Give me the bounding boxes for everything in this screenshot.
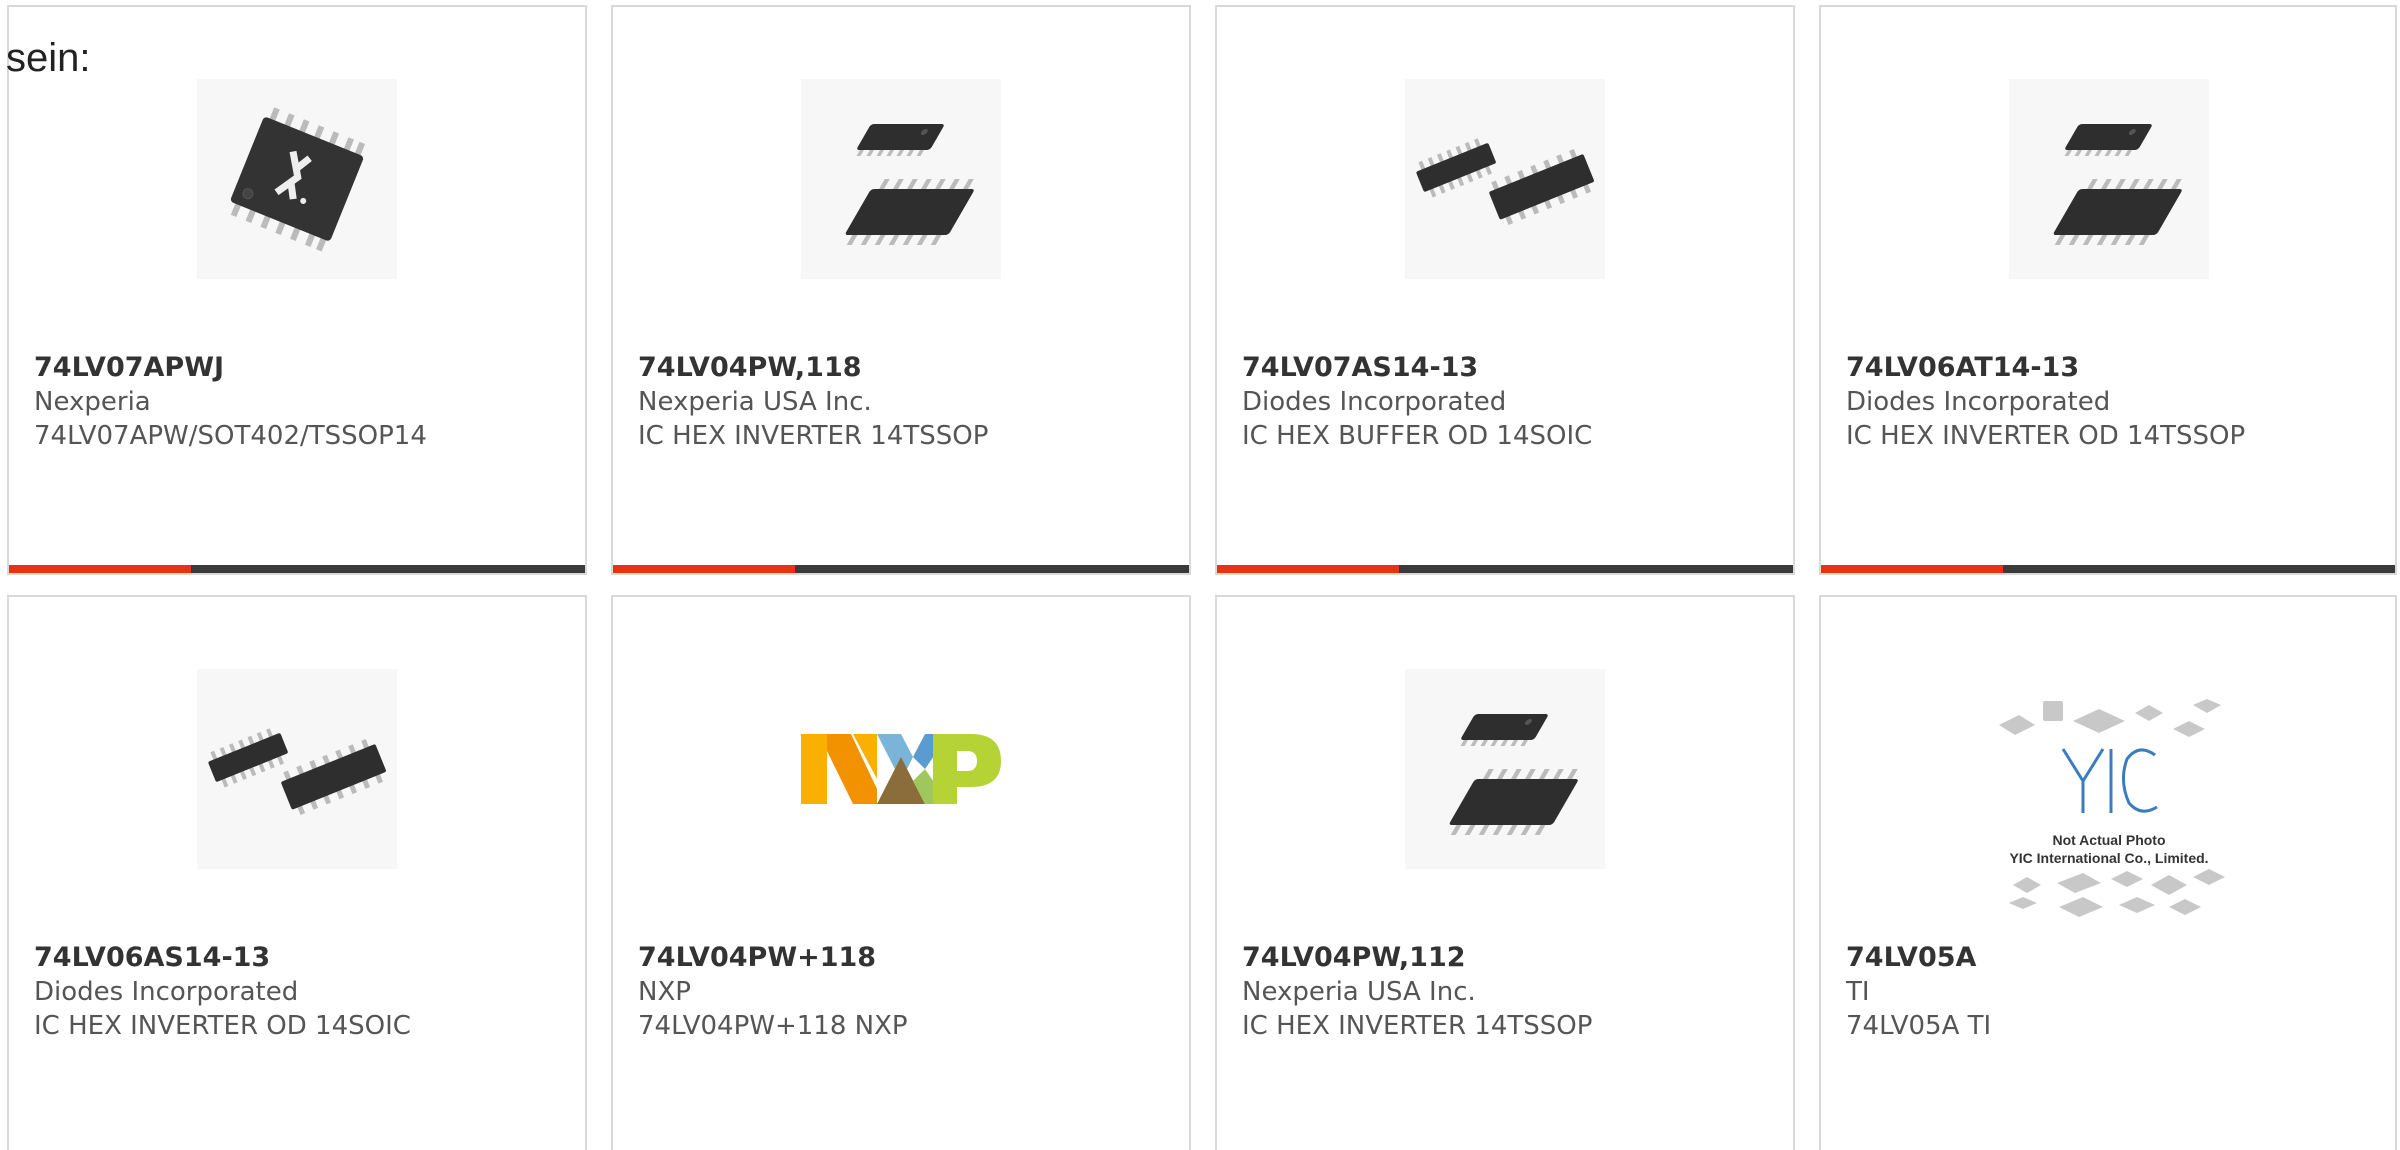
manufacturer: Diodes Incorporated xyxy=(34,977,299,1007)
tssop-chips-icon xyxy=(801,79,1001,279)
manufacturer: NXP xyxy=(638,977,691,1007)
manufacturer: Diodes Incorporated xyxy=(1846,387,2111,417)
manufacturer: Diodes Incorporated xyxy=(1242,387,1507,417)
product-grid: 74LV07APWJ Nexperia 74LV07APW/SOT402/TSS… xyxy=(0,0,2400,1150)
product-card[interactable]: Not Actual Photo YIC International Co., … xyxy=(1819,595,2397,1150)
product-card[interactable]: 74LV04PW+118 NXP 74LV04PW+118 NXP xyxy=(611,595,1191,1150)
part-number[interactable]: 74LV06AT14-13 xyxy=(1846,351,2375,385)
description: 74LV05A TI xyxy=(1846,1011,1992,1041)
manufacturer: TI xyxy=(1846,977,1870,1007)
nxp-logo xyxy=(801,669,1001,869)
card-accent-bar xyxy=(9,565,585,573)
product-card[interactable]: 74LV07AS14-13 Diodes Incorporated IC HEX… xyxy=(1215,5,1795,575)
product-card[interactable]: 74LV06AS14-13 Diodes Incorporated IC HEX… xyxy=(7,595,587,1150)
card-accent-bar xyxy=(1217,565,1793,573)
part-number[interactable]: 74LV04PW,112 xyxy=(1242,941,1773,975)
description: IC HEX INVERTER 14TSSOP xyxy=(638,421,989,451)
part-number[interactable]: 74LV07APWJ xyxy=(34,351,565,385)
description: 74LV07APW/SOT402/TSSOP14 xyxy=(34,421,427,451)
description: IC HEX INVERTER OD 14TSSOP xyxy=(1846,421,2246,451)
part-number[interactable]: 74LV07AS14-13 xyxy=(1242,351,1773,385)
manufacturer: Nexperia USA Inc. xyxy=(1242,977,1476,1007)
manufacturer: Nexperia USA Inc. xyxy=(638,387,872,417)
description: IC HEX INVERTER 14TSSOP xyxy=(1242,1011,1593,1041)
image-caption-line-2: YIC International Co., Limited. xyxy=(2009,850,2208,866)
product-card[interactable]: 74LV06AT14-13 Diodes Incorporated IC HEX… xyxy=(1819,5,2397,575)
image-caption-line-1: Not Actual Photo xyxy=(2052,832,2165,848)
part-number[interactable]: 74LV05A xyxy=(1846,941,2375,975)
yic-placeholder: Not Actual Photo YIC International Co., … xyxy=(1979,685,2239,925)
soic-chips-icon xyxy=(197,669,397,869)
intro-text: sein: xyxy=(6,36,91,80)
product-card[interactable]: 74LV04PW,112 Nexperia USA Inc. IC HEX IN… xyxy=(1215,595,1795,1150)
manufacturer: Nexperia xyxy=(34,387,151,417)
description: IC HEX BUFFER OD 14SOIC xyxy=(1242,421,1593,451)
product-card[interactable]: 74LV04PW,118 Nexperia USA Inc. IC HEX IN… xyxy=(611,5,1191,575)
part-number[interactable]: 74LV04PW+118 xyxy=(638,941,1169,975)
card-accent-bar xyxy=(1821,565,2395,573)
part-number[interactable]: 74LV06AS14-13 xyxy=(34,941,565,975)
description: IC HEX INVERTER OD 14SOIC xyxy=(34,1011,411,1041)
description: 74LV04PW+118 NXP xyxy=(638,1011,908,1041)
tssop-chips-icon xyxy=(1405,669,1605,869)
part-number[interactable]: 74LV04PW,118 xyxy=(638,351,1169,385)
soic-chips-icon xyxy=(1405,79,1605,279)
tssop-chips-icon xyxy=(2009,79,2209,279)
card-accent-bar xyxy=(613,565,1189,573)
nexperia-chip-icon xyxy=(197,79,397,279)
product-card[interactable]: 74LV07APWJ Nexperia 74LV07APW/SOT402/TSS… xyxy=(7,5,587,575)
